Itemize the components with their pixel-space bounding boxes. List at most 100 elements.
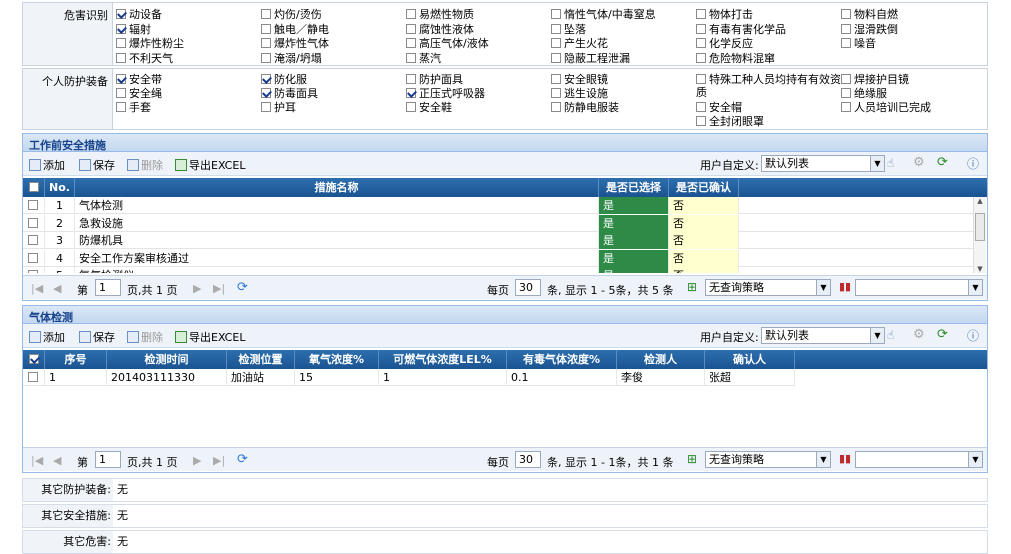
row-select-cell[interactable] bbox=[23, 267, 45, 273]
hazard-option[interactable]: 触电／静电 bbox=[261, 23, 329, 36]
ppe-option[interactable]: 手套 bbox=[116, 101, 151, 114]
row-select-cell[interactable] bbox=[23, 369, 45, 386]
checkbox[interactable] bbox=[261, 88, 271, 98]
checkbox[interactable] bbox=[696, 116, 706, 126]
refresh-icon[interactable]: ⟳ bbox=[937, 155, 948, 170]
ppe-option[interactable]: 焊接护目镜 bbox=[841, 73, 909, 86]
table-row[interactable]: 2 急救设施是否 bbox=[23, 214, 973, 232]
hazard-option[interactable]: 高压气体/液体 bbox=[406, 37, 489, 50]
select-all-cell[interactable] bbox=[23, 178, 45, 197]
export-excel-button[interactable]: 导出EXCEL bbox=[175, 157, 245, 173]
checkbox[interactable] bbox=[841, 23, 851, 34]
page-input[interactable]: 1 bbox=[95, 279, 121, 296]
ppe-option[interactable]: 防静电服装 bbox=[551, 101, 619, 114]
checkbox[interactable] bbox=[116, 88, 126, 98]
checkbox[interactable] bbox=[696, 38, 706, 48]
hazard-option[interactable]: 辐射 bbox=[116, 23, 151, 36]
delete-button[interactable]: 删除 bbox=[127, 157, 163, 173]
row-checkbox[interactable] bbox=[28, 270, 38, 273]
checkbox[interactable] bbox=[261, 102, 271, 112]
table-row[interactable]: 1 201403111330 加油站 15 1 0.1 李俊 张超 bbox=[23, 369, 795, 386]
save-button[interactable]: 保存 bbox=[79, 329, 115, 345]
hazard-option[interactable]: 动设备 bbox=[116, 8, 162, 21]
next-page-icon[interactable]: ▶ bbox=[193, 454, 201, 467]
row-checkbox[interactable] bbox=[28, 372, 38, 382]
checkbox[interactable] bbox=[406, 88, 416, 98]
hazard-option[interactable]: 易燃性物质 bbox=[406, 8, 474, 21]
checkbox[interactable] bbox=[841, 102, 851, 112]
hand-icon[interactable]: ☝ bbox=[887, 328, 894, 342]
checkbox[interactable] bbox=[696, 23, 706, 34]
ppe-option[interactable]: 安全带 bbox=[116, 73, 162, 86]
checkbox[interactable] bbox=[116, 102, 126, 112]
ppe-option[interactable]: 防化服 bbox=[261, 73, 307, 86]
checkbox[interactable] bbox=[696, 74, 706, 84]
help-icon[interactable]: ⓘ bbox=[967, 327, 979, 344]
chart-icon[interactable]: ▮▮ bbox=[839, 280, 851, 293]
checkbox[interactable] bbox=[551, 52, 561, 63]
checkbox[interactable] bbox=[696, 52, 706, 63]
row-select-cell[interactable] bbox=[23, 197, 45, 214]
refresh-icon[interactable]: ⟳ bbox=[237, 452, 248, 467]
export-excel-button[interactable]: 导出EXCEL bbox=[175, 329, 245, 345]
scroll-down-icon[interactable]: ▼ bbox=[974, 265, 986, 273]
row-select-cell[interactable] bbox=[23, 232, 45, 249]
select-all-checkbox[interactable] bbox=[28, 182, 39, 192]
checkbox[interactable] bbox=[696, 9, 706, 19]
other-hazard-value[interactable]: 无 bbox=[117, 531, 128, 553]
custom-view-select[interactable]: 默认列表 ▼ bbox=[761, 327, 885, 344]
prev-page-icon[interactable]: ◀ bbox=[53, 454, 61, 467]
ppe-option[interactable]: 逃生设施 bbox=[551, 87, 608, 100]
checkbox[interactable] bbox=[406, 52, 416, 63]
page-input[interactable]: 1 bbox=[95, 451, 121, 468]
table-row[interactable]: 1 气体检测是否 bbox=[23, 197, 973, 214]
hazard-option[interactable]: 物料自燃 bbox=[841, 8, 898, 21]
hazard-option[interactable]: 蒸汽 bbox=[406, 52, 441, 65]
scrollbar[interactable]: ▲ ▼ bbox=[973, 197, 986, 273]
hazard-option[interactable]: 噪音 bbox=[841, 37, 876, 50]
query-icon[interactable]: ⊞ bbox=[687, 280, 697, 294]
table-row[interactable]: 5氧气检测仪是否 bbox=[23, 267, 973, 273]
checkbox[interactable] bbox=[116, 52, 126, 63]
strategy-select[interactable]: 无查询策略 ▼ bbox=[705, 279, 831, 296]
add-button[interactable]: 添加 bbox=[29, 157, 65, 173]
chart-select[interactable]: ▼ bbox=[855, 279, 983, 296]
ppe-option[interactable]: 特殊工种人员均持有有效资 bbox=[696, 73, 841, 86]
ppe-option[interactable]: 绝缘服 bbox=[841, 87, 887, 100]
hazard-option[interactable]: 灼伤/烫伤 bbox=[261, 8, 322, 21]
hazard-option[interactable]: 腐蚀性液体 bbox=[406, 23, 474, 36]
hazard-option[interactable]: 淹溺/坍塌 bbox=[261, 52, 322, 65]
row-checkbox[interactable] bbox=[28, 252, 38, 263]
checkbox[interactable] bbox=[406, 9, 416, 19]
checkbox[interactable] bbox=[261, 38, 271, 48]
checkbox[interactable] bbox=[406, 38, 416, 48]
table-row[interactable]: 3 防爆机具是否 bbox=[23, 232, 973, 249]
per-page-input[interactable]: 30 bbox=[515, 279, 541, 296]
query-icon[interactable]: ⊞ bbox=[687, 452, 697, 466]
ppe-option[interactable]: 全封闭眼罩 bbox=[696, 115, 764, 128]
refresh-icon[interactable]: ⟳ bbox=[937, 327, 948, 342]
delete-button[interactable]: 删除 bbox=[127, 329, 163, 345]
hazard-option[interactable]: 化学反应 bbox=[696, 37, 753, 50]
checkbox[interactable] bbox=[261, 23, 271, 34]
ppe-option[interactable]: 护耳 bbox=[261, 101, 296, 114]
checkbox[interactable] bbox=[116, 9, 126, 19]
hazard-option[interactable]: 有毒有害化学品 bbox=[696, 23, 786, 36]
first-page-icon[interactable]: |◀ bbox=[31, 454, 43, 467]
help-icon[interactable]: ⓘ bbox=[967, 155, 979, 172]
checkbox[interactable] bbox=[116, 38, 126, 48]
ppe-option[interactable]: 人员培训已完成 bbox=[841, 101, 931, 114]
scroll-thumb[interactable] bbox=[975, 213, 985, 241]
hazard-option[interactable]: 物体打击 bbox=[696, 8, 753, 21]
hazard-option[interactable]: 危险物料混窜 bbox=[696, 52, 775, 65]
add-button[interactable]: 添加 bbox=[29, 329, 65, 345]
last-page-icon[interactable]: ▶| bbox=[213, 454, 225, 467]
other-ppe-value[interactable]: 无 bbox=[117, 479, 128, 501]
last-page-icon[interactable]: ▶| bbox=[213, 282, 225, 295]
refresh-icon[interactable]: ⟳ bbox=[237, 280, 248, 295]
checkbox[interactable] bbox=[406, 102, 416, 112]
hazard-option[interactable]: 产生火花 bbox=[551, 37, 608, 50]
checkbox[interactable] bbox=[696, 102, 706, 112]
next-page-icon[interactable]: ▶ bbox=[193, 282, 201, 295]
other-measure-value[interactable]: 无 bbox=[117, 505, 128, 527]
